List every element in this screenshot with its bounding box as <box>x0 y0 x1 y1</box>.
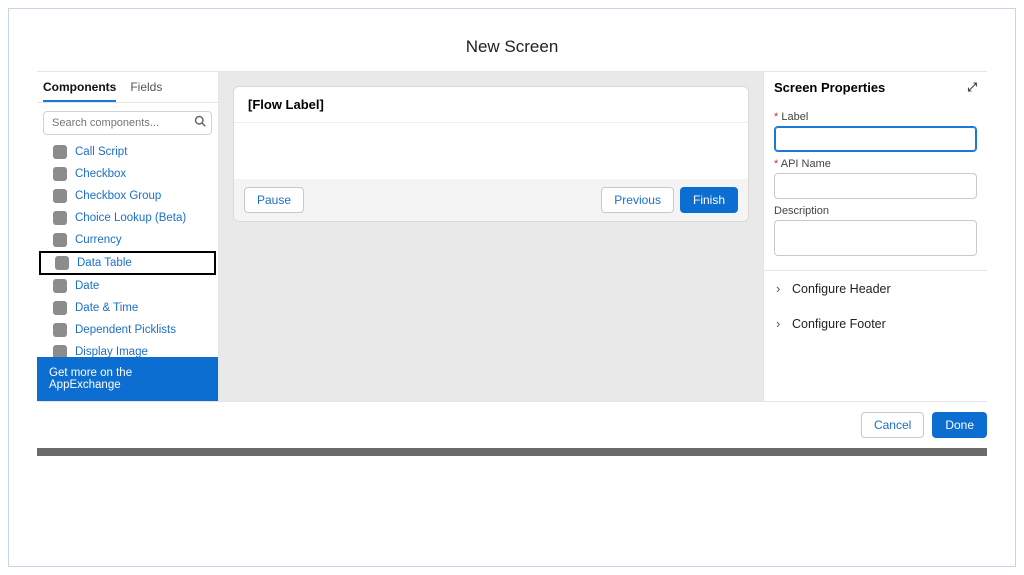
component-choice-lookup[interactable]: Choice Lookup (Beta) <box>37 207 218 229</box>
component-checkbox[interactable]: Checkbox <box>37 163 218 185</box>
properties-title: Screen Properties <box>774 80 885 95</box>
component-label: Data Table <box>77 257 132 269</box>
chevron-right-icon: › <box>776 281 786 296</box>
tab-fields[interactable]: Fields <box>130 80 162 102</box>
component-display-image[interactable]: Display Image <box>37 341 218 357</box>
component-data-table[interactable]: Data Table <box>39 251 216 275</box>
component-icon <box>53 301 67 315</box>
configure-header-section[interactable]: › Configure Header <box>774 271 977 306</box>
expand-icon[interactable]: ⤢ <box>967 80 977 95</box>
desc-field-label: Description <box>774 205 977 217</box>
component-icon <box>53 189 67 203</box>
page-title: New Screen <box>9 9 1015 71</box>
pause-button[interactable]: Pause <box>244 187 304 213</box>
flow-card[interactable]: [Flow Label] Pause Previous Finish <box>233 86 749 222</box>
main-row: Components Fields Call Script Checkbox C… <box>37 71 987 401</box>
description-input[interactable] <box>774 220 977 256</box>
component-dependent-picklists[interactable]: Dependent Picklists <box>37 319 218 341</box>
component-icon <box>55 256 69 270</box>
component-label: Choice Lookup (Beta) <box>75 212 186 224</box>
component-label: Display Image <box>75 346 148 357</box>
modal-footer: Cancel Done <box>37 401 987 448</box>
properties-panel: Screen Properties ⤢ * Label * API Name D… <box>763 72 987 401</box>
component-icon <box>53 145 67 159</box>
component-list: Call Script Checkbox Checkbox Group Choi… <box>37 141 218 357</box>
canvas: [Flow Label] Pause Previous Finish <box>219 72 763 401</box>
api-name-input[interactable] <box>774 173 977 199</box>
accordion-label: Configure Footer <box>792 317 886 331</box>
configure-footer-section[interactable]: › Configure Footer <box>774 306 977 341</box>
component-date[interactable]: Date <box>37 275 218 297</box>
component-label: Dependent Picklists <box>75 324 176 336</box>
component-label: Call Script <box>75 146 127 158</box>
component-icon <box>53 279 67 293</box>
component-currency[interactable]: Currency <box>37 229 218 251</box>
search-input[interactable] <box>43 111 212 135</box>
component-icon <box>53 345 67 357</box>
properties-header: Screen Properties ⤢ <box>774 80 977 105</box>
component-icon <box>53 233 67 247</box>
accordion-label: Configure Header <box>792 282 891 296</box>
tab-components[interactable]: Components <box>43 80 116 102</box>
component-icon <box>53 323 67 337</box>
search-icon <box>194 115 206 127</box>
component-checkbox-group[interactable]: Checkbox Group <box>37 185 218 207</box>
search-wrap <box>37 103 218 141</box>
label-input[interactable] <box>774 126 977 152</box>
component-icon <box>53 167 67 181</box>
component-label: Checkbox Group <box>75 190 161 202</box>
label-field-label: * Label <box>774 111 977 123</box>
done-button[interactable]: Done <box>932 412 987 438</box>
previous-button[interactable]: Previous <box>601 187 674 213</box>
left-panel: Components Fields Call Script Checkbox C… <box>37 72 219 401</box>
component-call-script[interactable]: Call Script <box>37 141 218 163</box>
component-label: Date & Time <box>75 302 138 314</box>
flow-label: [Flow Label] <box>234 87 748 123</box>
chevron-right-icon: › <box>776 316 786 331</box>
component-label: Currency <box>75 234 122 246</box>
screen-editor-frame: New Screen Components Fields Call Script… <box>8 8 1016 567</box>
flow-footer: Pause Previous Finish <box>234 179 748 221</box>
appexchange-link[interactable]: Get more on the AppExchange <box>37 357 218 401</box>
flow-body[interactable] <box>234 123 748 179</box>
tabs: Components Fields <box>37 72 218 103</box>
finish-button[interactable]: Finish <box>680 187 738 213</box>
component-icon <box>53 211 67 225</box>
component-date-time[interactable]: Date & Time <box>37 297 218 319</box>
component-label: Date <box>75 280 99 292</box>
component-label: Checkbox <box>75 168 126 180</box>
bottom-shadow <box>37 448 987 456</box>
cancel-button[interactable]: Cancel <box>861 412 924 438</box>
api-field-label: * API Name <box>774 158 977 170</box>
